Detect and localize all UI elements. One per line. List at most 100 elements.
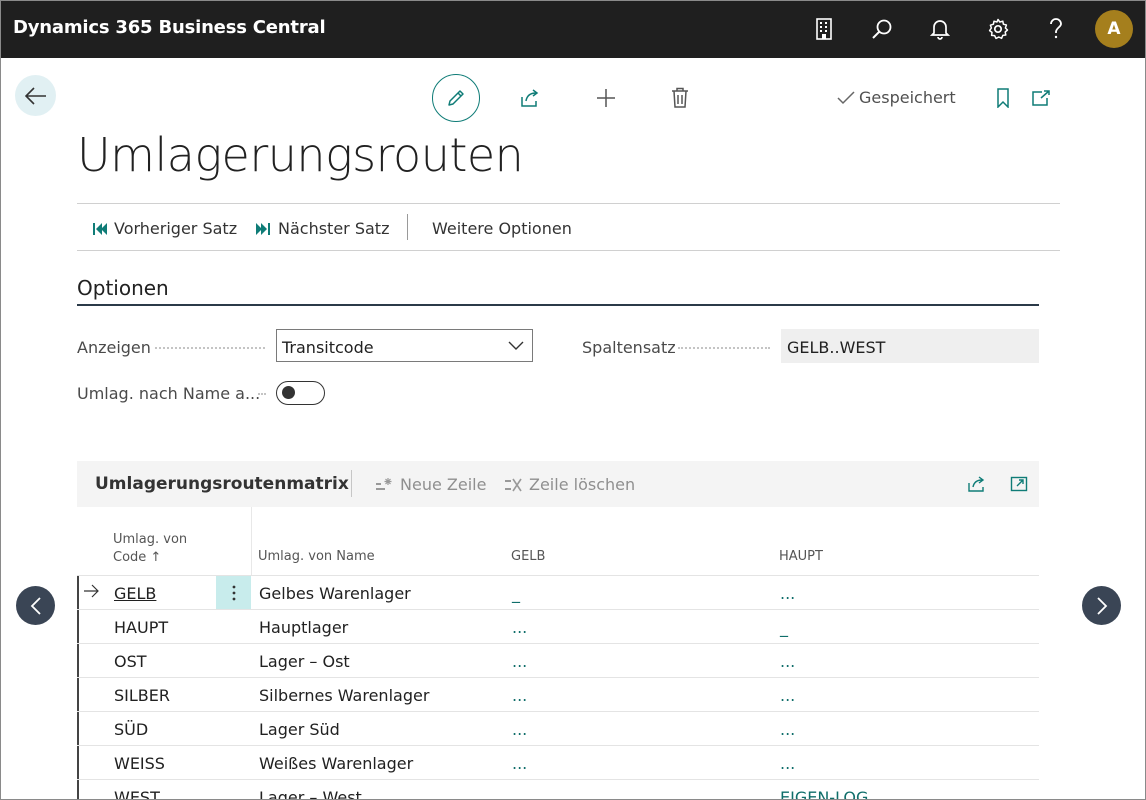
- cell-gelb[interactable]: ...: [512, 720, 527, 739]
- table-row[interactable]: WEST Lager – West EIGEN-LOG: [77, 779, 1039, 800]
- matrix-title[interactable]: Umlagerungsroutenmatrix: [95, 474, 349, 494]
- save-status-label: Gespeichert: [859, 88, 956, 107]
- table-row[interactable]: GELB Gelbes Warenlager _ ...: [77, 575, 1039, 610]
- cell-haupt[interactable]: _: [780, 618, 788, 637]
- table-row[interactable]: HAUPT Hauptlager ... _: [77, 609, 1039, 644]
- gear-icon[interactable]: [984, 15, 1012, 43]
- delete-row-button[interactable]: Zeile löschen: [504, 475, 635, 494]
- page-title: Umlagerungsrouten: [77, 128, 524, 182]
- add-icon[interactable]: [593, 85, 619, 111]
- new-row-label: Neue Zeile: [400, 475, 487, 494]
- column-set-label: Spaltensatz: [582, 338, 676, 357]
- row-actions-button[interactable]: [216, 576, 251, 609]
- table-row[interactable]: SILBER Silbernes Warenlager ... ...: [77, 677, 1039, 712]
- column-header-haupt[interactable]: HAUPT: [779, 548, 823, 566]
- show-select[interactable]: Transitcode: [276, 329, 533, 362]
- column-header-code-line1: Umlag. von: [113, 532, 188, 547]
- cell-gelb[interactable]: ...: [512, 652, 527, 671]
- cell-code[interactable]: GELB: [114, 584, 156, 603]
- column-header-row: Umlag. von Code ↑ Umlag. von Name GELB H…: [77, 507, 1039, 575]
- share-icon[interactable]: [517, 85, 543, 111]
- section-underline: [77, 304, 1039, 306]
- show-select-value: Transitcode: [282, 338, 374, 357]
- cell-code[interactable]: SILBER: [114, 686, 170, 705]
- cell-code[interactable]: HAUPT: [114, 618, 168, 637]
- cell-gelb[interactable]: ...: [512, 618, 527, 637]
- row-marker: [77, 746, 79, 780]
- previous-record-arrow[interactable]: [16, 586, 55, 625]
- delete-row-label: Zeile löschen: [529, 475, 636, 494]
- cell-haupt[interactable]: ...: [780, 754, 795, 773]
- cell-haupt[interactable]: ...: [780, 584, 795, 603]
- expand-icon[interactable]: [1008, 473, 1030, 495]
- chevron-down-icon: [508, 341, 524, 350]
- section-title[interactable]: Optionen: [77, 276, 169, 300]
- cell-name: Lager – West: [259, 788, 362, 800]
- table-row[interactable]: SÜD Lager Süd ... ...: [77, 711, 1039, 746]
- cell-code[interactable]: WEST: [114, 788, 160, 800]
- chevron-left-icon: [30, 596, 41, 615]
- cell-code[interactable]: WEISS: [114, 754, 165, 773]
- check-icon: [837, 90, 855, 104]
- row-marker: [77, 644, 79, 678]
- app-title[interactable]: Dynamics 365 Business Central: [13, 17, 326, 38]
- previous-record-label: Vorheriger Satz: [114, 219, 238, 238]
- toggle-knob: [282, 386, 295, 399]
- row-marker: [77, 712, 79, 746]
- bell-icon[interactable]: [926, 15, 954, 43]
- cell-haupt[interactable]: EIGEN-LOG: [780, 788, 868, 800]
- cell-gelb[interactable]: ...: [512, 754, 527, 773]
- help-icon[interactable]: [1042, 15, 1070, 43]
- name-toggle[interactable]: [276, 381, 325, 405]
- cell-gelb[interactable]: _: [512, 584, 520, 603]
- matrix-grid: Umlag. von Code ↑ Umlag. von Name GELB H…: [77, 507, 1039, 800]
- previous-record-button[interactable]: Vorheriger Satz: [91, 219, 237, 238]
- field-dots: [258, 393, 266, 395]
- chevron-right-icon: [1096, 596, 1107, 615]
- avatar[interactable]: A: [1095, 10, 1133, 48]
- cell-haupt[interactable]: ...: [780, 652, 795, 671]
- share-icon[interactable]: [966, 473, 988, 495]
- column-header-gelb[interactable]: GELB: [511, 548, 545, 566]
- new-row-button[interactable]: Neue Zeile: [375, 475, 486, 494]
- cell-haupt[interactable]: ...: [780, 720, 795, 739]
- cell-name: Lager – Ost: [259, 652, 350, 671]
- action-bar: Vorheriger Satz Nächster Satz Weitere Op…: [77, 204, 1060, 250]
- next-record-label: Nächster Satz: [278, 219, 390, 238]
- bookmark-icon[interactable]: [990, 85, 1016, 111]
- cell-haupt[interactable]: ...: [780, 686, 795, 705]
- table-row[interactable]: OST Lager – Ost ... ...: [77, 643, 1039, 678]
- column-header-name[interactable]: Umlag. von Name: [258, 548, 375, 566]
- building-icon[interactable]: [810, 15, 838, 43]
- table-row[interactable]: WEISS Weißes Warenlager ... ...: [77, 745, 1039, 780]
- row-marker: [77, 780, 79, 800]
- more-options-button[interactable]: Weitere Optionen: [432, 219, 572, 238]
- arrow-right-icon: [84, 584, 99, 598]
- column-header-code[interactable]: Umlag. von Code ↑: [113, 531, 187, 567]
- back-button[interactable]: [15, 75, 56, 116]
- row-marker: [77, 610, 79, 644]
- edit-button[interactable]: [432, 74, 480, 122]
- next-record-arrow[interactable]: [1082, 586, 1121, 625]
- row-marker: [77, 678, 79, 712]
- row-marker: [77, 576, 79, 610]
- delete-icon[interactable]: [667, 85, 693, 111]
- next-icon: [256, 222, 270, 235]
- open-new-window-icon[interactable]: [1028, 85, 1054, 111]
- column-set-field[interactable]: GELB..WEST: [781, 329, 1039, 363]
- divider: [77, 250, 1060, 251]
- cell-gelb[interactable]: ...: [512, 686, 527, 705]
- save-status: Gespeichert: [836, 88, 956, 107]
- next-record-button[interactable]: Nächster Satz: [255, 219, 389, 238]
- cell-name: Hauptlager: [259, 618, 349, 637]
- column-header-code-line2: Code ↑: [113, 550, 162, 565]
- cell-code[interactable]: OST: [114, 652, 147, 671]
- search-icon[interactable]: [868, 15, 896, 43]
- matrix-separator: [351, 470, 352, 497]
- matrix-header: Umlagerungsroutenmatrix Neue Zeile Zeile…: [77, 461, 1039, 507]
- cell-code[interactable]: SÜD: [114, 720, 148, 739]
- field-dots: [678, 347, 770, 349]
- cell-name: Gelbes Warenlager: [259, 584, 411, 603]
- previous-icon: [93, 222, 107, 235]
- show-label: Anzeigen: [77, 338, 151, 357]
